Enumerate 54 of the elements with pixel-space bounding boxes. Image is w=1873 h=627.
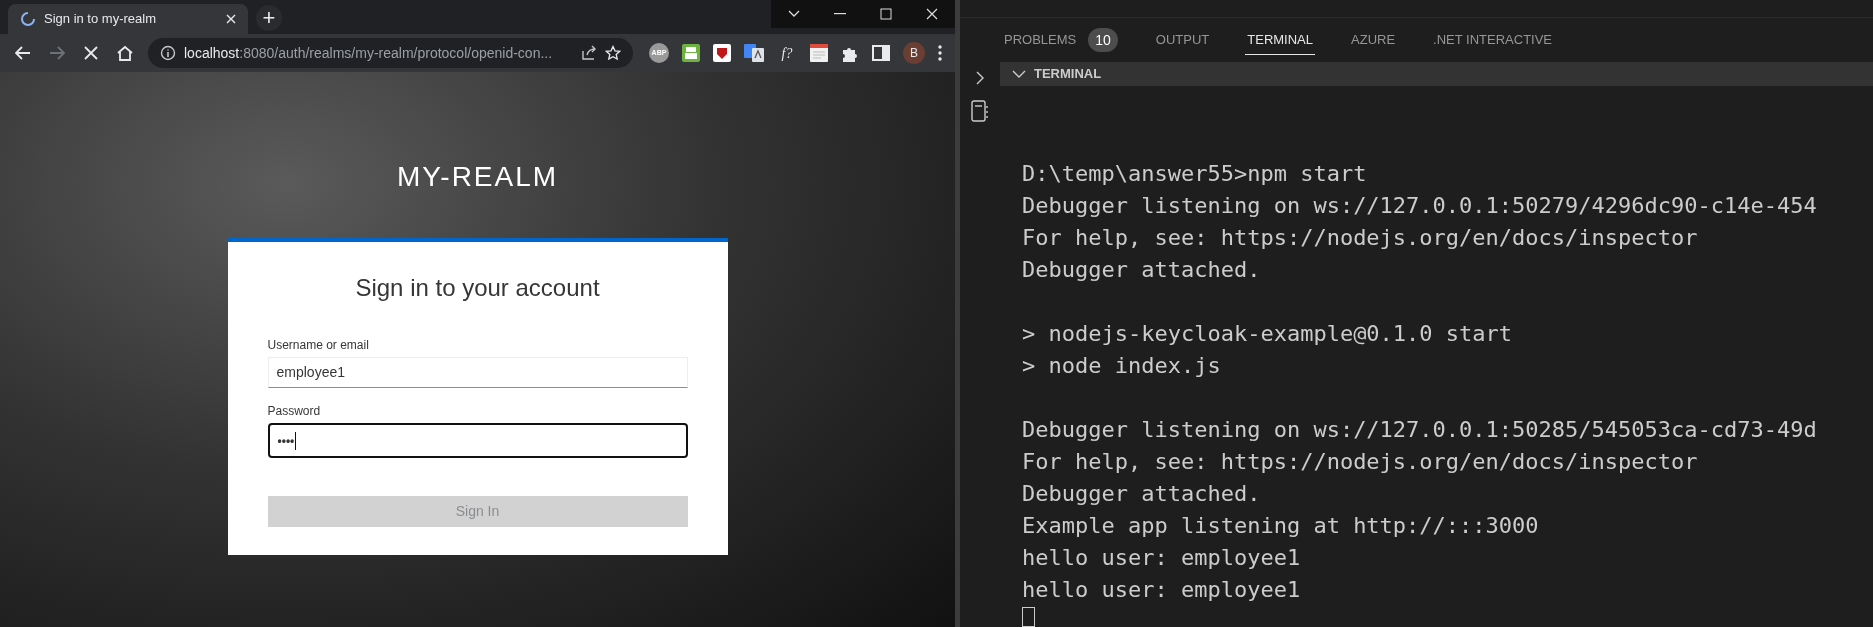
side-panel-icon[interactable]: [872, 45, 890, 61]
realm-title: MY-REALM: [396, 160, 559, 194]
chevron-right-icon[interactable]: [975, 70, 985, 86]
terminal-line: For help, see: https://nodejs.org/en/docs/inspector: [1022, 448, 1699, 476]
notebook-icon[interactable]: [971, 100, 989, 122]
shield-icon[interactable]: [713, 44, 731, 62]
new-tab-button[interactable]: +: [256, 5, 282, 31]
formula-extension-icon[interactable]: f?: [777, 43, 797, 63]
username-field[interactable]: employee1: [267, 357, 688, 388]
chevron-down-icon: [1012, 69, 1026, 79]
profile-avatar[interactable]: B: [903, 42, 925, 64]
stop-icon[interactable]: [84, 46, 98, 60]
terminal-line: hello user: employee1: [1022, 544, 1302, 572]
terminal-line: > node index.js: [1022, 352, 1222, 380]
terminal-line: Debugger attached.: [1022, 256, 1262, 284]
terminal-line: For help, see: https://nodejs.org/en/docs/inspector: [1022, 224, 1699, 252]
terminal-line: Debugger listening on ws://127.0.0.1:50285/545053ca-cd73-49d: [1022, 416, 1818, 444]
field-label: Password: [267, 403, 322, 420]
browser-tab[interactable]: Sign in to my-realm: [8, 4, 248, 34]
printer-icon[interactable]: [682, 44, 700, 62]
info-icon: [160, 45, 176, 61]
close-icon: [926, 8, 938, 20]
star-icon[interactable]: [605, 45, 621, 61]
url-text: localhost:8080/auth/realms/my-realm/protocol/openid-con...: [184, 43, 554, 63]
panel-tab[interactable]: AZURE: [1349, 25, 1398, 55]
panel-tab[interactable]: PROBLEMS 10: [1002, 25, 1120, 55]
terminal-line: Debugger attached.: [1022, 480, 1262, 508]
chevron-down-icon: [788, 10, 800, 18]
panel-tab[interactable]: TERMINAL: [1245, 25, 1315, 55]
terminal-line: D:\temp\answer55>npm start: [1022, 160, 1368, 188]
count-badge: 10: [1088, 28, 1118, 52]
minimize-icon: [834, 13, 846, 15]
share-icon[interactable]: [581, 45, 597, 61]
translate-icon[interactable]: [744, 44, 764, 62]
panel-tab[interactable]: .NET INTERACTIVE: [1431, 25, 1555, 55]
tab-title: Sign in to my-realm: [44, 10, 157, 29]
back-arrow-icon[interactable]: [15, 46, 31, 60]
password-field[interactable]: ••••: [267, 423, 688, 458]
maximize-icon: [880, 8, 892, 20]
close-icon[interactable]: [226, 14, 236, 24]
field-label: Username or email: [267, 337, 370, 354]
tab-search-button[interactable]: [771, 0, 817, 28]
panel-tab[interactable]: OUTPUT: [1153, 25, 1212, 55]
terminal-line: Debugger listening on ws://127.0.0.1:50279/4296dc90-c14e-454: [1022, 192, 1818, 220]
more-menu-icon[interactable]: [938, 45, 942, 61]
terminal-line: > nodejs-keycloak-example@0.1.0 start: [1022, 320, 1514, 348]
terminal-section-header[interactable]: TERMINAL: [1000, 62, 1873, 86]
terminal-line: hello user: employee1: [1022, 576, 1302, 604]
close-button[interactable]: [909, 0, 955, 28]
card-title: Sign in to your account: [354, 273, 601, 303]
home-icon[interactable]: [116, 45, 134, 61]
note-icon[interactable]: [810, 44, 828, 62]
address-bar[interactable]: localhost:8080/auth/realms/my-realm/protocol/openid-con...: [148, 38, 633, 68]
terminal-line: Example app listening at http://:::3000: [1022, 512, 1540, 540]
